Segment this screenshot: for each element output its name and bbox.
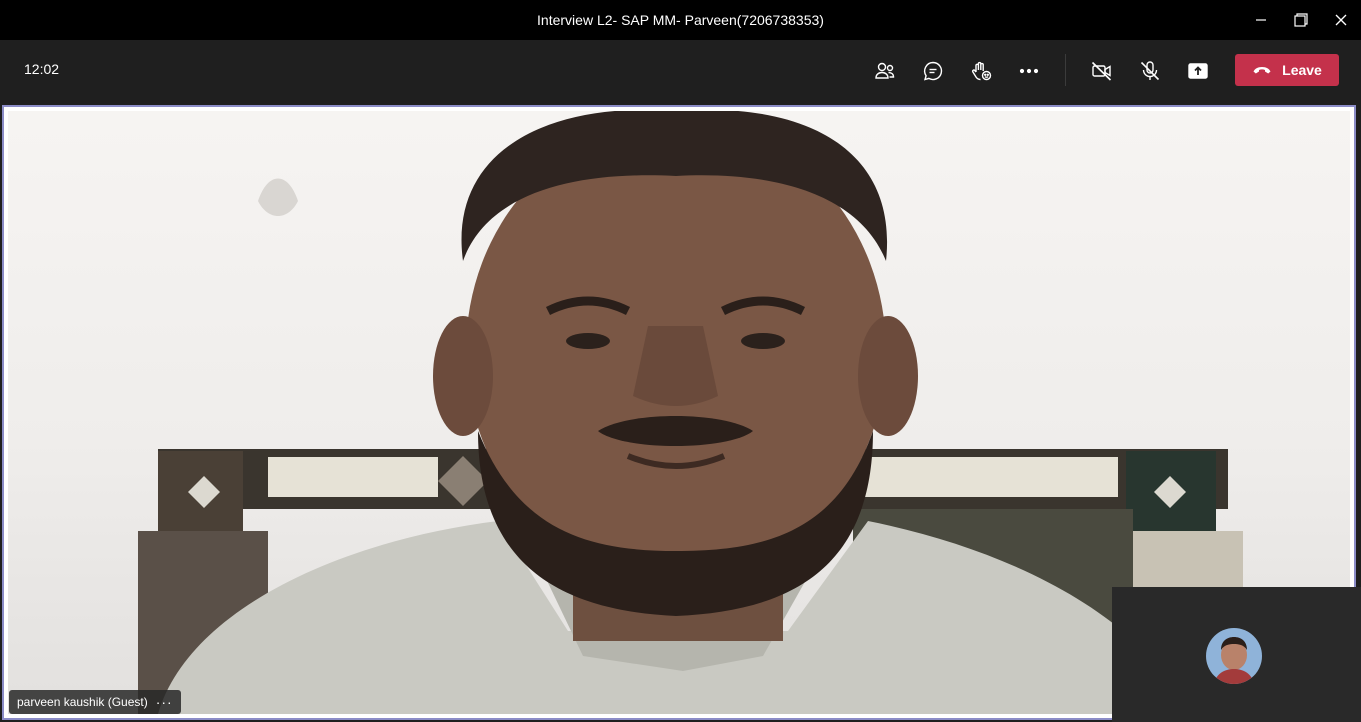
chat-icon: [923, 61, 943, 81]
more-button[interactable]: [1015, 57, 1043, 85]
leave-button[interactable]: Leave: [1235, 54, 1339, 86]
window-titlebar: Interview L2- SAP MM- Parveen(7206738353…: [0, 0, 1361, 40]
participant-more-button[interactable]: ···: [156, 694, 173, 710]
chat-button[interactable]: [919, 57, 947, 85]
mic-off-icon: [1140, 61, 1160, 81]
user-avatar[interactable]: [1206, 628, 1262, 684]
raise-hand-icon: [972, 61, 992, 81]
minimize-button[interactable]: [1241, 0, 1281, 40]
close-button[interactable]: [1321, 0, 1361, 40]
restore-icon: [1294, 13, 1308, 27]
meeting-toolbar: 12:02 Leave: [0, 40, 1361, 102]
window-controls: [1241, 0, 1361, 40]
camera-toggle-button[interactable]: [1088, 57, 1116, 85]
share-screen-button[interactable]: [1184, 57, 1212, 85]
avatar-image: [1206, 628, 1262, 684]
camera-off-icon: [1091, 61, 1112, 81]
meeting-timer: 12:02: [24, 61, 60, 77]
window-title: Interview L2- SAP MM- Parveen(7206738353…: [537, 12, 824, 28]
people-icon: [875, 62, 895, 79]
participants-button[interactable]: [871, 57, 899, 85]
toolbar-divider: [1065, 54, 1066, 86]
share-screen-icon: [1188, 63, 1208, 79]
more-icon: [1019, 68, 1039, 74]
reactions-button[interactable]: [967, 57, 995, 85]
restore-button[interactable]: [1281, 0, 1321, 40]
close-icon: [1335, 14, 1347, 26]
phone-hangup-icon: [1253, 67, 1271, 74]
self-view-tile[interactable]: [1112, 587, 1361, 722]
participant-name: parveen kaushik (Guest): [17, 695, 148, 709]
leave-label: Leave: [1282, 62, 1322, 78]
mic-toggle-button[interactable]: [1136, 57, 1164, 85]
meeting-stage: parveen kaushik (Guest) ···: [0, 102, 1361, 722]
minimize-icon: [1256, 19, 1266, 21]
participant-name-tag: parveen kaushik (Guest) ···: [9, 690, 181, 714]
